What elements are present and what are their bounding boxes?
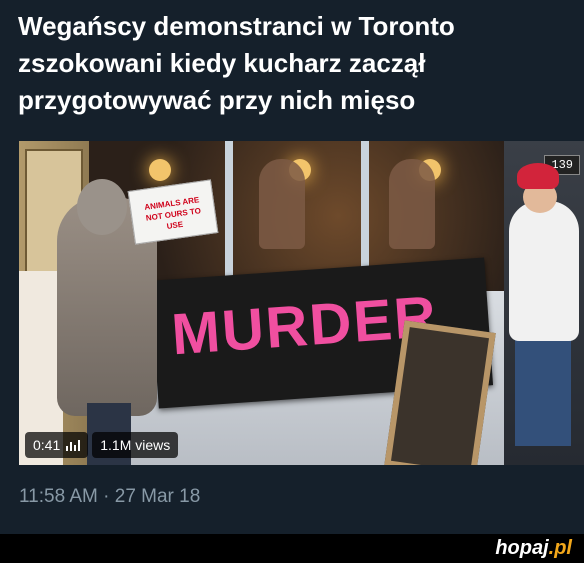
duration-badge: 0:41	[25, 432, 89, 458]
footer-bar: hopaj.pl	[0, 534, 584, 563]
video-duration: 0:41	[33, 437, 61, 453]
sandwich-board	[384, 320, 496, 465]
window-mullion	[225, 141, 233, 291]
protester-right-legs	[515, 336, 571, 446]
bars-icon	[66, 439, 81, 451]
views-badge: 1.1M views	[92, 432, 179, 458]
tweet-timestamp[interactable]: 11:58 AM · 27 Mar 18	[19, 486, 200, 508]
protester-right-body	[509, 201, 579, 341]
scene-chef	[259, 159, 305, 249]
held-sign-text: ANIMALS ARE NOT OURS TO USE	[143, 195, 202, 231]
tweet-text-line-1: Wegańscy demonstranci w Toronto	[18, 11, 455, 41]
video-views: 1.1M views	[100, 437, 171, 453]
window-light	[149, 159, 171, 181]
tweet-text-line-3: przygotowywać przy nich mięso	[18, 85, 416, 115]
red-hat	[517, 163, 559, 189]
scene-chef	[389, 159, 435, 249]
brand-name: hopaj	[495, 537, 549, 559]
tweet-text-line-2: zszokowani kiedy kucharz zaczął	[18, 48, 426, 78]
protester-left-head	[77, 179, 127, 235]
held-sign: ANIMALS ARE NOT OURS TO USE	[127, 179, 219, 245]
video-overlay: 0:41 1.1M views	[25, 432, 182, 458]
tweet-text: Wegańscy demonstranci w Toronto zszokowa…	[18, 8, 574, 119]
brand-tld: .pl	[548, 537, 572, 559]
brand-logo[interactable]: hopaj.pl	[495, 537, 572, 560]
video-player[interactable]: 139 MURDER ANIMALS ARE NOT OURS TO USE 0…	[19, 141, 584, 465]
